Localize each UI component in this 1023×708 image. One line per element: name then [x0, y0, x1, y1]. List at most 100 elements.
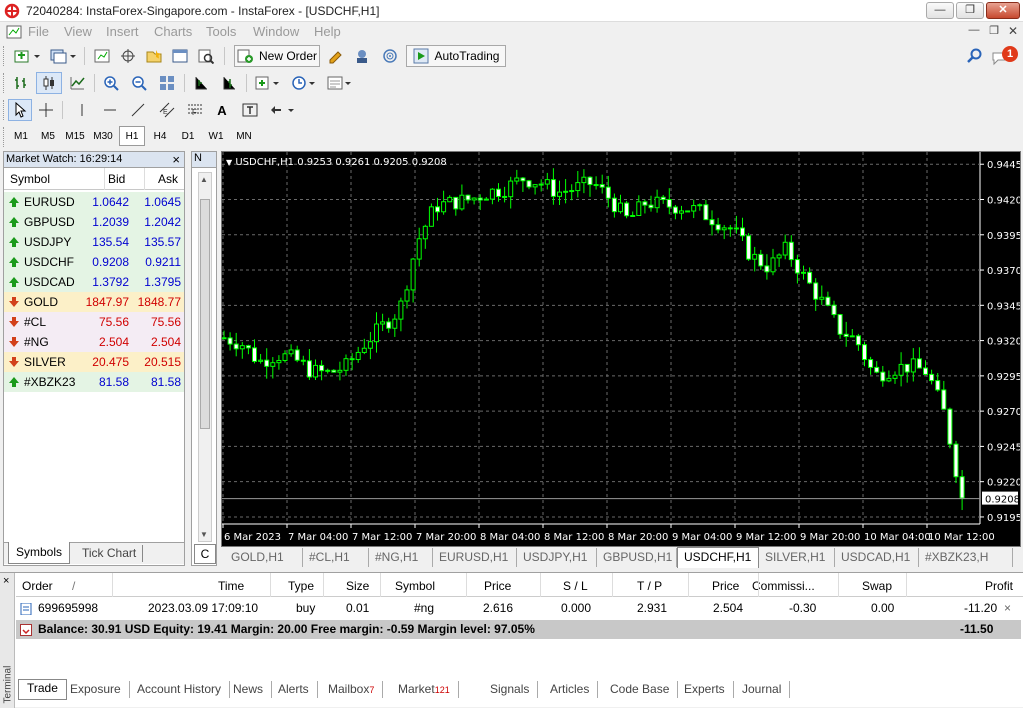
col-sl[interactable]: S / L	[563, 579, 588, 593]
timeframe-m1[interactable]: M1	[8, 126, 34, 146]
col-profit[interactable]: Profit	[985, 579, 1013, 593]
col-price-current[interactable]: Price	[712, 579, 739, 593]
market-watch-row[interactable]: #NG 2.504 2.504	[4, 332, 184, 352]
market-watch-button[interactable]	[90, 45, 114, 67]
search-icon[interactable]	[966, 48, 982, 67]
column-ask[interactable]: Ask	[158, 172, 178, 186]
menu-view[interactable]: View	[64, 24, 92, 39]
strategy-tester-button[interactable]	[194, 45, 218, 67]
signals-button[interactable]	[350, 45, 374, 67]
col-type[interactable]: Type	[288, 579, 314, 593]
terminal-tab-experts[interactable]: Experts	[676, 681, 734, 698]
notifications-icon[interactable]: 1	[992, 46, 1018, 66]
zoom-in-button[interactable]	[98, 72, 124, 94]
timeframe-mn[interactable]: MN	[231, 126, 257, 146]
market-watch-row[interactable]: GBPUSD 1.2039 1.2042	[4, 212, 184, 232]
restore-button[interactable]: ❐	[956, 2, 984, 19]
candlestick-chart[interactable]: 0.9445 0.9420 0.9395 0.9370 0.9345 0.9320 0.92…	[221, 152, 1022, 546]
order-row[interactable]: 699695998 2023.03.09 17:09:10 buy 0.01 #…	[16, 599, 1023, 619]
market-watch-row[interactable]: USDJPY 135.54 135.57	[4, 232, 184, 252]
chart-menu-arrow[interactable]: ▼	[226, 158, 232, 167]
horizontal-line-button[interactable]	[98, 99, 122, 121]
col-symbol[interactable]: Symbol	[395, 579, 435, 593]
terminal-tab-exposure[interactable]: Exposure	[62, 681, 130, 698]
chart-tab[interactable]: EURUSD,H1	[433, 548, 517, 567]
menu-file[interactable]: File	[28, 24, 49, 39]
chart-tab[interactable]: GBPUSD,H1	[597, 548, 677, 567]
equidistant-channel-button[interactable]: E	[154, 99, 180, 121]
chart-tab[interactable]: USDCHF,H1	[677, 547, 759, 568]
chart-shift-button[interactable]	[216, 72, 242, 94]
scroll-up-arrow[interactable]: ▲	[200, 175, 208, 184]
col-price[interactable]: Price	[484, 579, 511, 593]
col-order[interactable]: Order	[22, 579, 53, 593]
timeframe-m30[interactable]: M30	[90, 126, 116, 146]
mdi-restore-button[interactable]: ❐	[986, 24, 1002, 39]
menu-help[interactable]: Help	[314, 24, 341, 39]
menu-insert[interactable]: Insert	[106, 24, 139, 39]
timeframe-m15[interactable]: M15	[62, 126, 88, 146]
crosshair-tool-button[interactable]	[34, 99, 58, 121]
candlestick-chart-button[interactable]	[36, 72, 62, 94]
chart-tab[interactable]: #CL,H1	[303, 548, 369, 567]
terminal-tab-journal[interactable]: Journal	[734, 681, 791, 698]
terminal-tab-articles[interactable]: Articles	[542, 681, 599, 698]
terminal-tab-mailbox[interactable]: Mailbox7	[320, 681, 384, 698]
line-chart-button[interactable]	[64, 72, 90, 94]
data-window-button[interactable]	[116, 45, 140, 67]
vertical-line-button[interactable]	[70, 99, 94, 121]
new-order-button[interactable]: New Order	[234, 45, 320, 67]
market-watch-row[interactable]: #XBZK23 81.58 81.58	[4, 372, 184, 392]
timeframe-h1[interactable]: H1	[119, 126, 145, 146]
fibonacci-button[interactable]: F	[182, 99, 208, 121]
tab-tick-chart[interactable]: Tick Chart	[76, 545, 144, 562]
cursor-tool-button[interactable]	[8, 99, 32, 121]
terminal-tab-alerts[interactable]: Alerts	[270, 681, 318, 698]
bar-chart-button[interactable]	[8, 72, 34, 94]
timeframe-w1[interactable]: W1	[203, 126, 229, 146]
indicators-button[interactable]	[252, 72, 286, 94]
scroll-down-arrow[interactable]: ▼	[200, 530, 208, 539]
templates-button[interactable]	[324, 72, 358, 94]
chart-window[interactable]: 0.9445 0.9420 0.9395 0.9370 0.9345 0.9320 0.92…	[221, 151, 1022, 547]
tile-windows-button[interactable]	[154, 72, 180, 94]
mdi-minimize-button[interactable]: —	[966, 24, 982, 39]
terminal-tab-code-base[interactable]: Code Base	[602, 681, 679, 698]
market-watch-row[interactable]: #CL 75.56 75.56	[4, 312, 184, 332]
market-watch-close-button[interactable]: ×	[172, 152, 180, 167]
profiles-button[interactable]	[46, 45, 80, 67]
zoom-out-button[interactable]	[126, 72, 152, 94]
terminal-tab-trade[interactable]: Trade	[18, 679, 67, 700]
col-commission[interactable]: Commissi...	[752, 579, 815, 593]
order-close-button[interactable]: ×	[1004, 601, 1011, 615]
terminal-button[interactable]	[168, 45, 192, 67]
minimize-button[interactable]: —	[926, 2, 954, 19]
metaeditor-button[interactable]	[324, 45, 348, 67]
new-chart-button[interactable]	[8, 45, 46, 67]
arrows-button[interactable]	[266, 99, 300, 121]
chart-tab[interactable]: GOLD,H1	[225, 548, 303, 567]
mdi-close-button[interactable]: ✕	[1005, 24, 1021, 39]
market-watch-row[interactable]: USDCHF 0.9208 0.9211	[4, 252, 184, 272]
market-watch-row[interactable]: GOLD 1847.97 1848.77	[4, 292, 184, 312]
terminal-tab-signals[interactable]: Signals	[482, 681, 539, 698]
text-label-button[interactable]	[238, 99, 262, 121]
chart-tab[interactable]: #XBZK23,H	[919, 548, 1013, 567]
navigator-common-tab[interactable]: C	[194, 544, 216, 564]
market-watch-row[interactable]: SILVER 20.475 20.515	[4, 352, 184, 372]
col-tp[interactable]: T / P	[637, 579, 662, 593]
timeframe-h4[interactable]: H4	[147, 126, 173, 146]
autoscroll-button[interactable]	[188, 72, 214, 94]
col-time[interactable]: Time	[218, 579, 244, 593]
autotrading-button[interactable]: AutoTrading	[406, 45, 506, 67]
chart-tab[interactable]: #NG,H1	[369, 548, 433, 567]
market-watch-row[interactable]: EURUSD 1.0642 1.0645	[4, 192, 184, 212]
tab-symbols[interactable]: Symbols	[8, 542, 70, 564]
vps-button[interactable]	[378, 45, 402, 67]
col-size[interactable]: Size	[346, 579, 369, 593]
market-watch-row[interactable]: USDCAD 1.3792 1.3795	[4, 272, 184, 292]
chart-tab[interactable]: SILVER,H1	[759, 548, 835, 567]
terminal-tab-news[interactable]: News	[225, 681, 273, 698]
timeframe-d1[interactable]: D1	[175, 126, 201, 146]
terminal-tab-market[interactable]: Market121	[390, 681, 459, 698]
